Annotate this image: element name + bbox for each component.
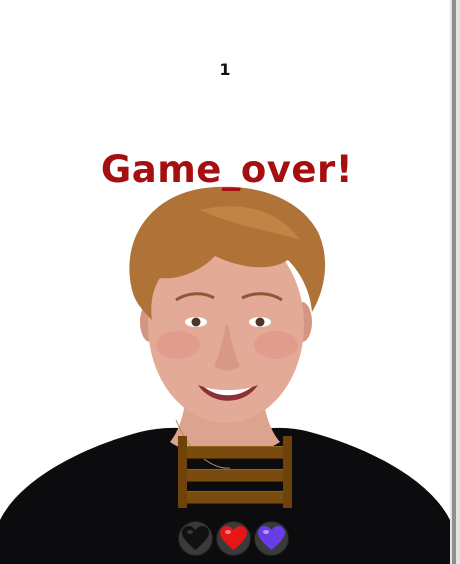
- black-heart-button[interactable]: [178, 521, 213, 556]
- red-heart-button[interactable]: [216, 521, 251, 556]
- purple-heart-icon: [258, 526, 285, 550]
- game-over-text: Game_over!: [100, 148, 354, 191]
- scrollbar-track[interactable]: [452, 0, 456, 564]
- black-heart-icon: [182, 526, 209, 550]
- crate-basket: [178, 436, 292, 508]
- crate-slat: [187, 491, 283, 504]
- red-heart-icon: [220, 526, 247, 550]
- score-counter: 1: [219, 60, 231, 79]
- crate-slat: [187, 446, 283, 459]
- crate-right-post: [283, 436, 292, 508]
- crate-left-post: [178, 436, 187, 508]
- crate-slat: [187, 469, 283, 482]
- purple-heart-button[interactable]: [254, 521, 289, 556]
- game-area: 1 Game_over!: [0, 0, 450, 564]
- heart-selector: [178, 521, 289, 556]
